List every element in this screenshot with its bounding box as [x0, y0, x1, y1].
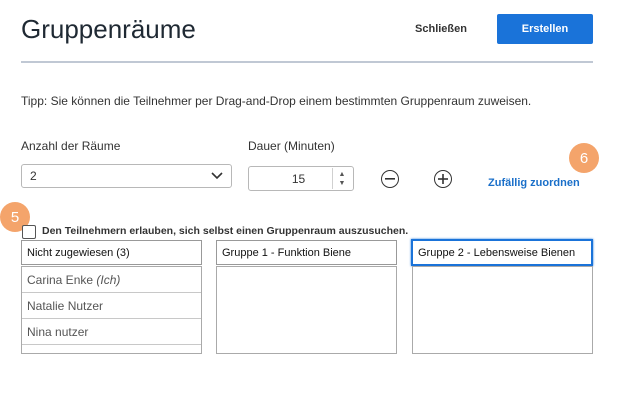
- self-select-checkbox[interactable]: [22, 225, 36, 239]
- group-1-list[interactable]: [216, 266, 397, 354]
- participant-name: Nina nutzer: [27, 324, 89, 339]
- participant-name: Carina Enke: [27, 272, 94, 287]
- spin-up-icon[interactable]: ▲: [339, 170, 346, 179]
- chevron-down-icon: [211, 169, 223, 183]
- minus-circle-icon[interactable]: [381, 170, 399, 188]
- self-select-label: Den Teilnehmern erlauben, sich selbst ei…: [42, 225, 409, 237]
- participant-item[interactable]: Nina nutzer: [22, 319, 201, 345]
- step-badge-6: 6: [569, 143, 599, 173]
- spin-down-icon[interactable]: ▼: [339, 179, 346, 188]
- group-2-list[interactable]: [412, 266, 593, 354]
- participant-item[interactable]: Carina Enke (Ich): [22, 267, 201, 293]
- close-button[interactable]: Schließen: [405, 14, 477, 44]
- participant-name: Natalie Nutzer: [27, 298, 104, 313]
- column-header-group-2[interactable]: Gruppe 2 - Lebensweise Bienen: [411, 239, 593, 266]
- column-header-unassigned: Nicht zugewiesen (3): [21, 240, 202, 265]
- create-button[interactable]: Erstellen: [497, 14, 593, 44]
- unassigned-list[interactable]: Carina Enke (Ich) Natalie Nutzer Nina nu…: [21, 266, 202, 354]
- column-header-group-1[interactable]: Gruppe 1 - Funktion Biene: [216, 240, 397, 265]
- page-title: Gruppenräume: [21, 14, 196, 44]
- plus-circle-icon[interactable]: [434, 170, 452, 188]
- rooms-label: Anzahl der Räume: [21, 139, 121, 153]
- tip-text: Tipp: Sie können die Teilnehmer per Drag…: [21, 94, 532, 108]
- rooms-select[interactable]: 2: [21, 164, 232, 188]
- header-divider: [21, 61, 593, 63]
- duration-value: 15: [291, 171, 306, 186]
- random-assign-link[interactable]: Zufällig zuordnen: [488, 177, 580, 189]
- duration-label: Dauer (Minuten): [248, 139, 335, 153]
- participant-self-tag: (Ich): [96, 272, 121, 287]
- participant-item[interactable]: Natalie Nutzer: [22, 293, 201, 319]
- duration-stepper[interactable]: 15 ▲ ▼: [248, 166, 354, 191]
- spin-arrows[interactable]: ▲ ▼: [332, 168, 351, 189]
- rooms-select-value: 2: [30, 169, 37, 183]
